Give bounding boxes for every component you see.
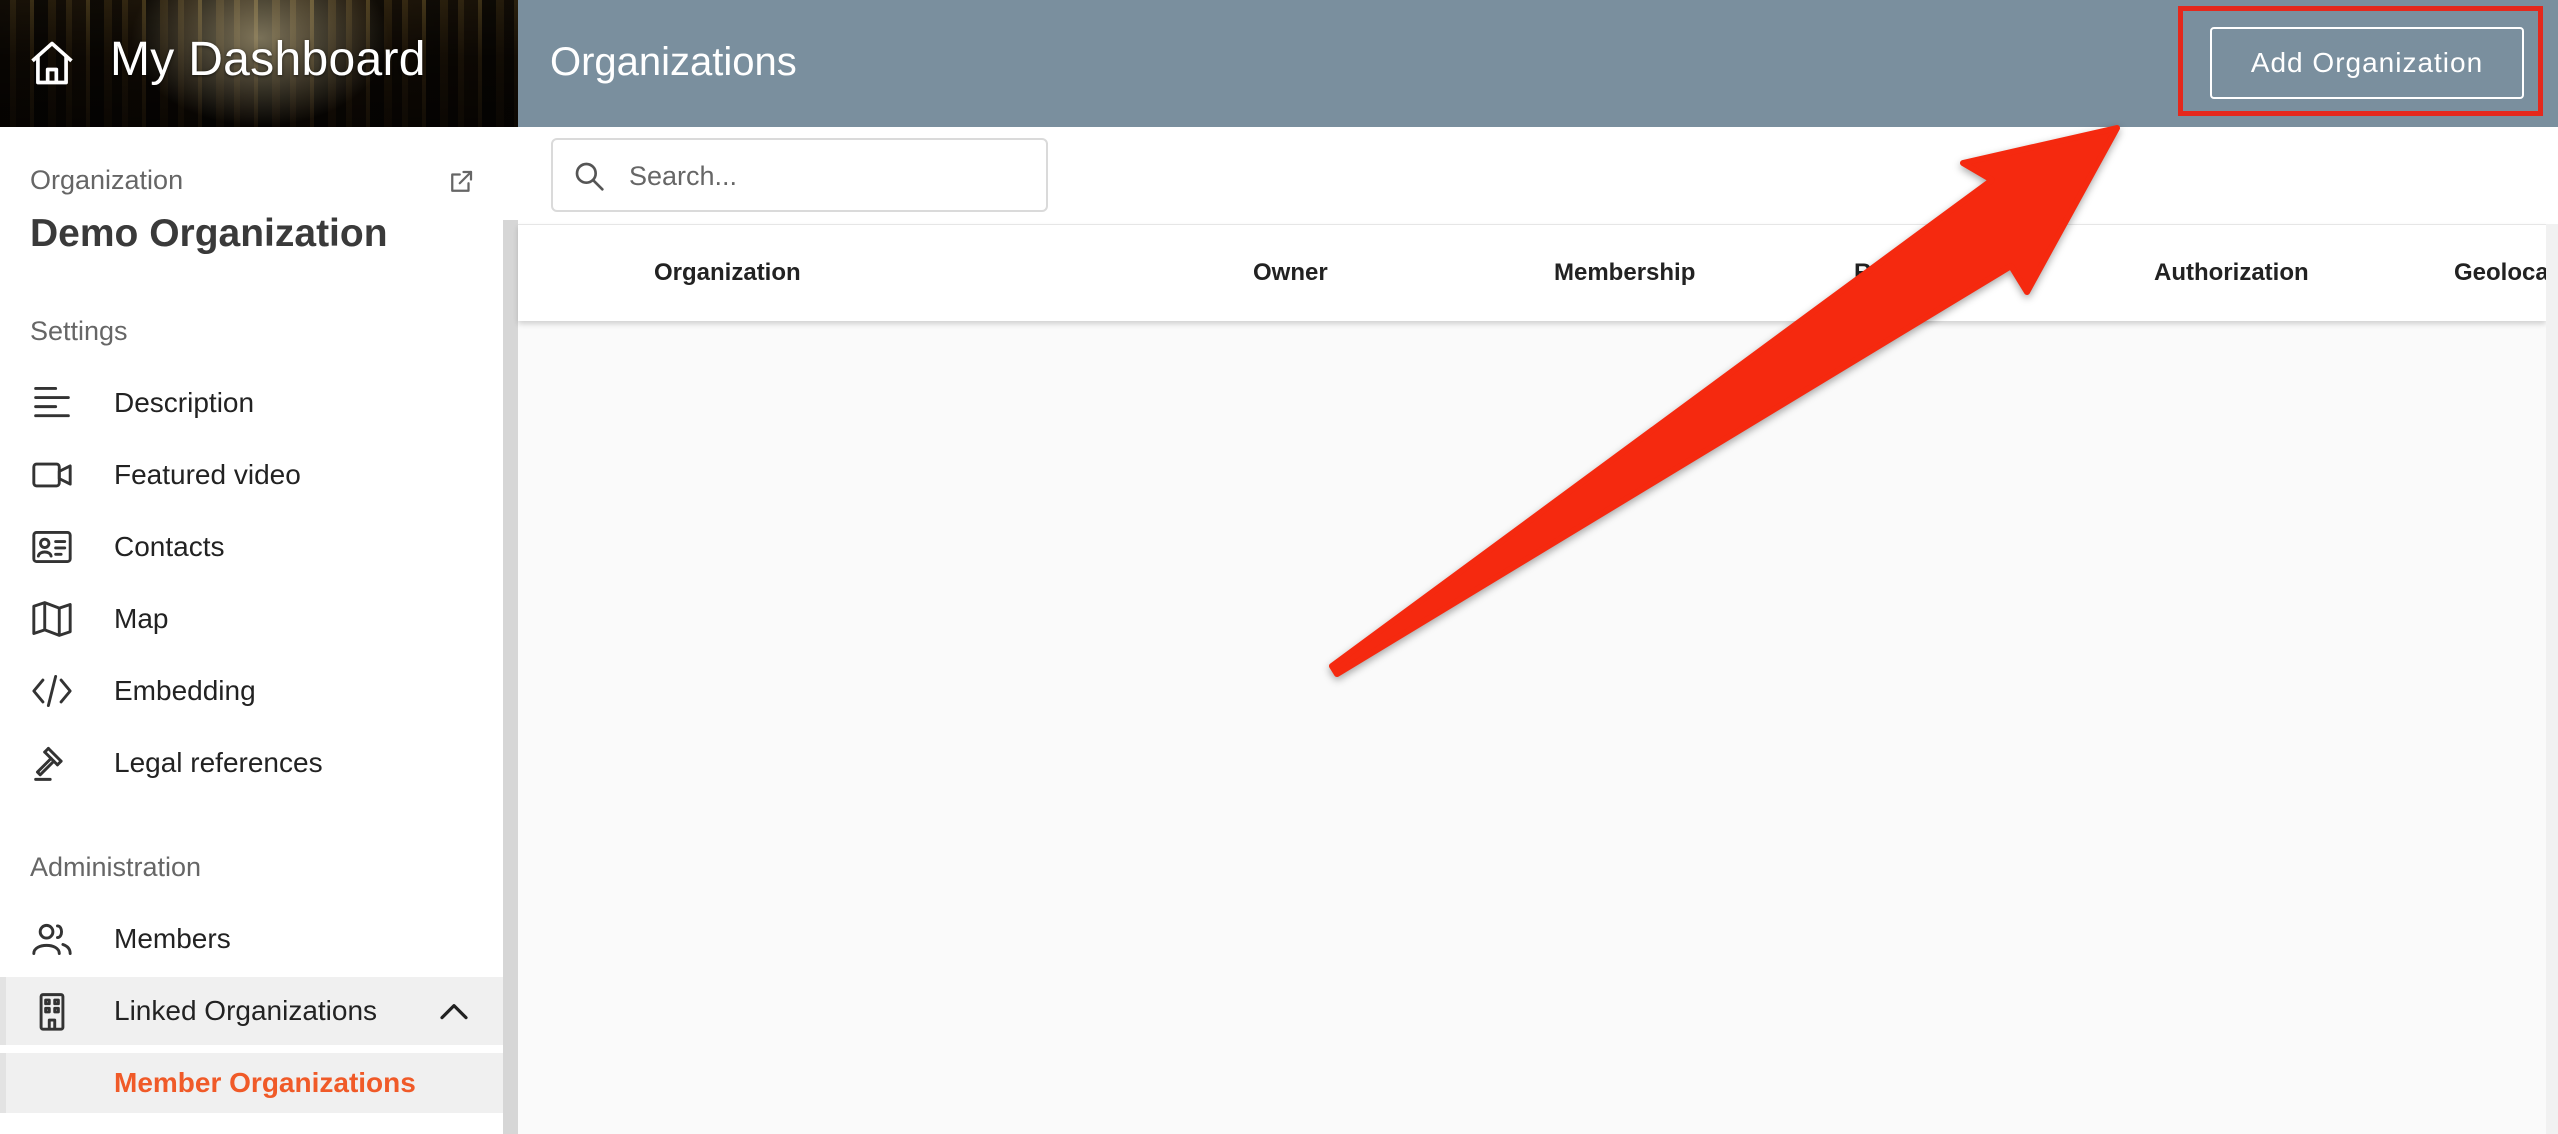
gavel-icon bbox=[34, 747, 63, 781]
sidebar-subitem-label: Member Organizations bbox=[114, 1067, 416, 1098]
sidebar-item-label: Embedding bbox=[114, 675, 256, 706]
users-icon bbox=[32, 923, 72, 955]
sidebar-item-label: Contacts bbox=[114, 531, 225, 562]
sidebar-item-label: Description bbox=[114, 387, 255, 418]
sidebar-item-contacts[interactable]: Contacts bbox=[0, 513, 503, 581]
map-icon bbox=[32, 601, 72, 637]
search-icon bbox=[575, 162, 604, 191]
sidebar-item-label: Linked Organizations bbox=[114, 995, 378, 1026]
column-header-geolocation[interactable]: Geolocation bbox=[2454, 259, 2546, 287]
contact-card-icon bbox=[32, 531, 72, 563]
sidebar-scrollbar[interactable] bbox=[503, 220, 518, 1134]
content-scrollbar[interactable] bbox=[2546, 224, 2558, 1134]
dashboard-title: My Dashboard bbox=[110, 33, 426, 86]
column-header-organization[interactable]: Organization bbox=[654, 259, 801, 287]
sidebar-item-members[interactable]: Members bbox=[0, 905, 503, 973]
external-link-icon[interactable] bbox=[446, 167, 476, 197]
text-align-left-icon bbox=[34, 387, 70, 418]
dashboard-brand-header[interactable]: My Dashboard bbox=[0, 0, 518, 127]
sidebar-item-label: Featured video bbox=[114, 459, 301, 490]
column-header-owner[interactable]: Owner bbox=[1253, 259, 1328, 287]
search-box[interactable] bbox=[551, 138, 1048, 212]
sidebar-subitem-member-organizations[interactable]: Member Organizations bbox=[0, 1053, 503, 1113]
sidebar-item-map[interactable]: Map bbox=[0, 585, 503, 653]
page-header: Organizations Add Organization bbox=[518, 0, 2558, 127]
search-input[interactable] bbox=[627, 154, 1031, 198]
chevron-up-icon[interactable] bbox=[438, 997, 470, 1025]
sidebar-item-embedding[interactable]: Embedding bbox=[0, 657, 503, 725]
column-header-authorization[interactable]: Authorization bbox=[2154, 259, 2309, 287]
sidebar-item-label: Legal references bbox=[114, 747, 323, 778]
video-camera-icon bbox=[32, 462, 72, 488]
column-header-membership[interactable]: Membership bbox=[1554, 259, 1695, 287]
search-toolbar bbox=[518, 127, 2558, 224]
page-title: Organizations bbox=[550, 40, 797, 84]
add-organization-button[interactable]: Add Organization bbox=[2210, 27, 2524, 99]
home-icon bbox=[31, 41, 73, 85]
table-header: Organization Owner Membership Relation A… bbox=[518, 224, 2546, 321]
organization-label: Organization bbox=[30, 165, 184, 195]
code-icon bbox=[32, 675, 72, 707]
sidebar-item-label: Members bbox=[114, 923, 231, 954]
sidebar-item-linked-organizations[interactable]: Linked Organizations bbox=[0, 977, 503, 1045]
sidebar-item-label: Map bbox=[114, 603, 169, 634]
building-icon bbox=[39, 993, 65, 1031]
sidebar-item-legal-references[interactable]: Legal references bbox=[0, 729, 503, 797]
sidebar-item-featured-video[interactable]: Featured video bbox=[0, 441, 503, 509]
organization-name: Demo Organization bbox=[30, 212, 388, 255]
sidebar: My Dashboard Organization Demo Organizat… bbox=[0, 0, 518, 1134]
column-header-relation[interactable]: Relation bbox=[1854, 259, 1949, 287]
administration-section-title: Administration bbox=[30, 852, 202, 882]
sidebar-item-description[interactable]: Description bbox=[0, 369, 503, 437]
settings-section-title: Settings bbox=[30, 316, 128, 346]
